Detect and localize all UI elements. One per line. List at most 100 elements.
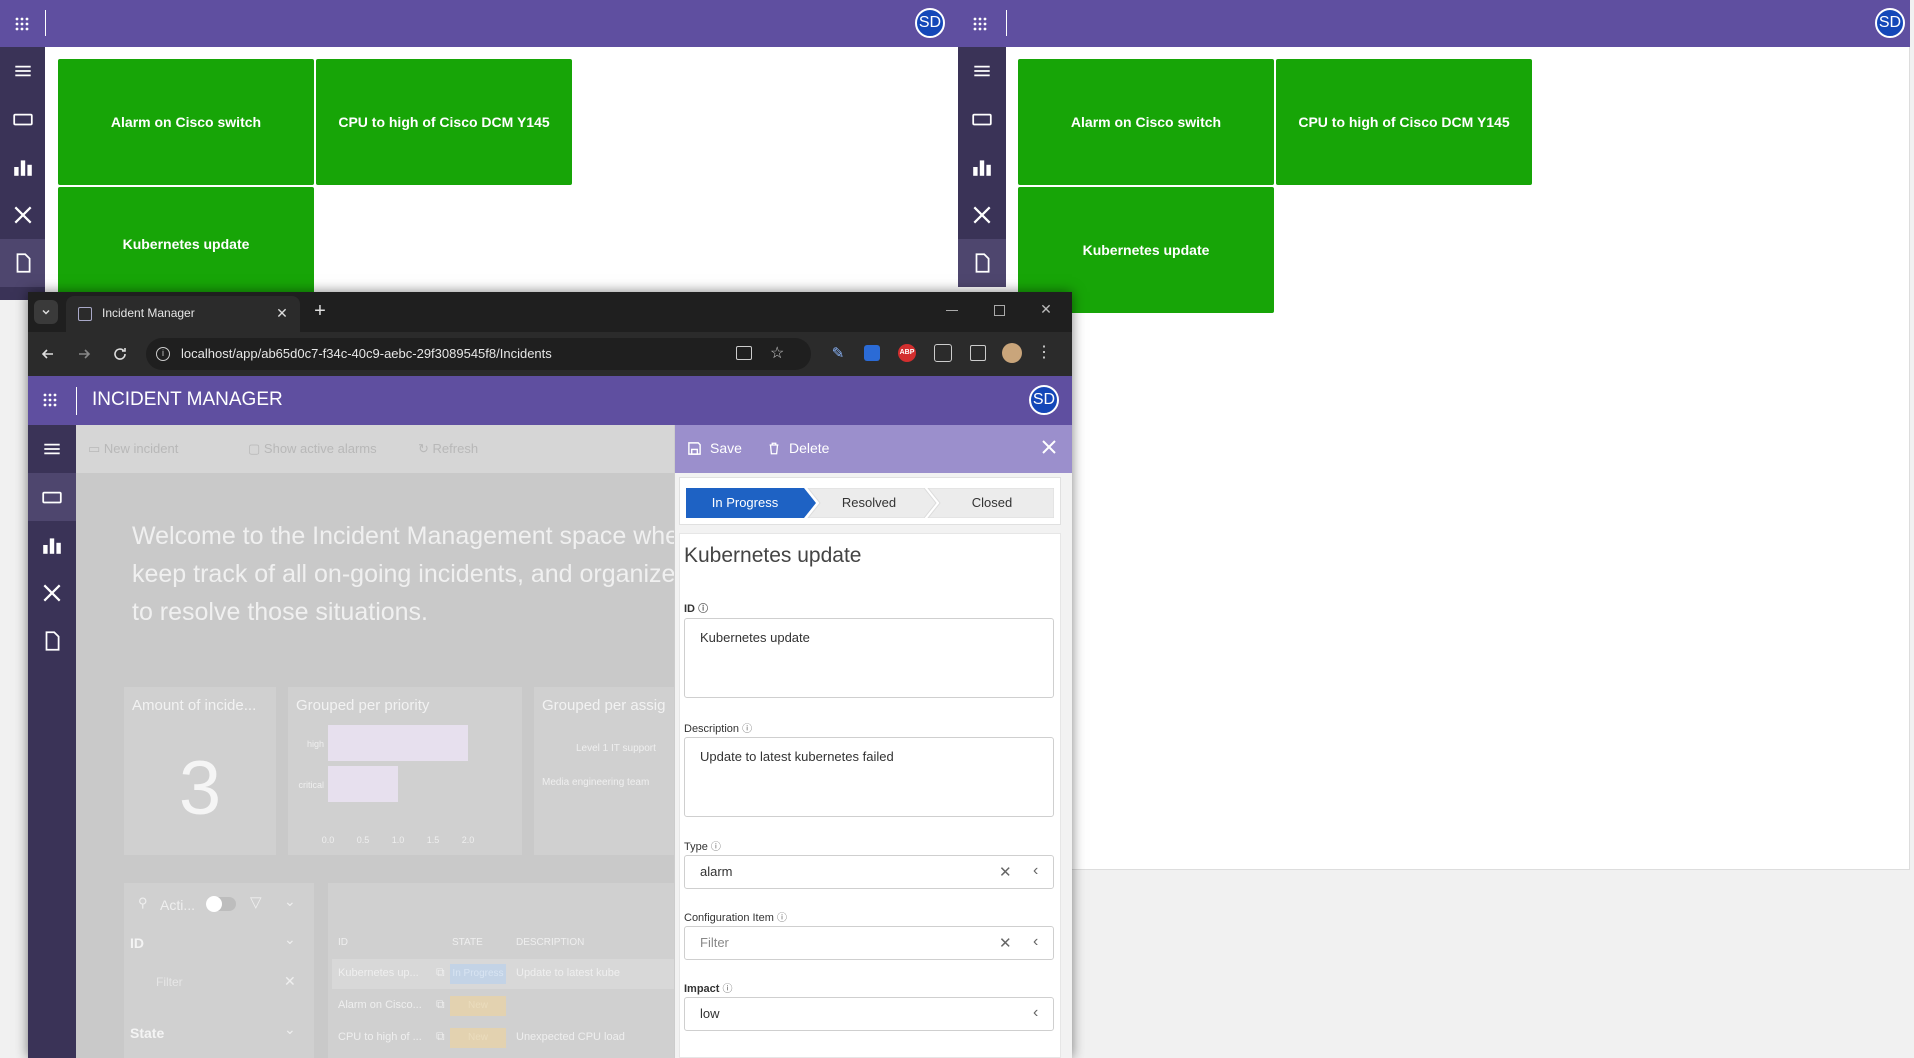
back-icon[interactable] [36, 342, 60, 366]
close-icon[interactable] [28, 569, 76, 617]
assignee-card-title: Grouped per assig [542, 697, 666, 714]
row-state-badge: New [450, 1028, 506, 1048]
avatar[interactable]: SD [1029, 385, 1059, 415]
table-row[interactable]: CPU to high of ... ⧉ New Unexpected CPU … [332, 1023, 702, 1053]
filter-icon[interactable]: ▽ [250, 893, 262, 911]
new-tab-icon[interactable]: + [308, 300, 332, 324]
chevron-down-icon[interactable]: ⌄ [284, 893, 296, 910]
maximize-icon[interactable] [994, 305, 1005, 316]
clear-icon[interactable]: ✕ [999, 934, 1012, 952]
avatar[interactable]: SD [915, 8, 945, 38]
adblock-icon[interactable]: ABP [898, 344, 916, 362]
bg-left-header: SD [0, 0, 958, 47]
description-label-text: Description [684, 723, 740, 735]
tile-kubernetes[interactable]: Kubernetes update [58, 187, 314, 300]
tab-close-icon[interactable]: ✕ [274, 305, 290, 321]
main-content: ▭ New incident ▢ Show active alarms ↻ Re… [76, 425, 702, 1058]
close-panel-icon[interactable] [1039, 437, 1061, 459]
chevron-down-icon[interactable]: ⌄ [284, 1021, 296, 1038]
url-text[interactable]: localhost/app/ab65d0c7-f34c-40c9-aebc-29… [181, 346, 552, 361]
menu-icon[interactable] [28, 425, 76, 473]
welcome-text: Welcome to the Incident Management space… [132, 522, 702, 626]
chart-icon[interactable] [28, 521, 76, 569]
description-field[interactable]: Update to latest kubernetes failed [684, 737, 1054, 817]
tab-search-button[interactable] [34, 300, 58, 324]
apps-grid-icon[interactable] [968, 12, 992, 36]
menu-icon[interactable] [958, 47, 1006, 95]
minimize-icon[interactable] [946, 310, 958, 311]
extension-pen-icon[interactable]: ✎ [828, 344, 848, 364]
id-filter-label: ID [130, 935, 144, 951]
clear-icon[interactable]: ✕ [284, 973, 296, 990]
delete-button[interactable]: Delete [767, 440, 829, 456]
apps-grid-icon[interactable] [10, 12, 34, 36]
document-icon[interactable] [958, 239, 1006, 287]
tile-cpu-cisco[interactable]: CPU to high of Cisco DCM Y145 [316, 59, 572, 185]
close-icon[interactable] [958, 191, 1006, 239]
active-toggle[interactable] [206, 896, 236, 912]
id-field[interactable]: Kubernetes update [684, 618, 1054, 698]
menu-icon[interactable] [0, 47, 45, 95]
apps-grid-icon[interactable] [38, 388, 62, 412]
table-row[interactable]: Alarm on Cisco... ⧉ New [332, 991, 702, 1021]
chevron-left-icon[interactable]: ‹ [1033, 1004, 1038, 1022]
priority-card: Grouped per priority high critical 0.0 0.5 1… [288, 687, 522, 855]
forward-icon[interactable] [72, 342, 96, 366]
open-external-icon[interactable]: ⧉ [436, 1029, 445, 1044]
clear-icon[interactable]: ✕ [999, 863, 1012, 881]
form-card: Kubernetes update ID ⓘ Kubernetes update… [679, 533, 1061, 1058]
tile-alarm-cisco[interactable]: Alarm on Cisco switch [58, 59, 314, 185]
app-title: INCIDENT MANAGER [92, 389, 283, 410]
column-header-id[interactable]: ID [338, 937, 348, 948]
id-filter-input[interactable]: Filter [156, 975, 183, 989]
extensions-puzzle-icon[interactable] [934, 344, 952, 362]
document-icon[interactable] [28, 617, 76, 665]
ticket-icon[interactable] [0, 95, 45, 143]
open-external-icon[interactable]: ⧉ [436, 965, 445, 980]
window-close-icon[interactable]: ✕ [1038, 301, 1054, 317]
column-header-description[interactable]: DESCRIPTION [516, 937, 584, 948]
tile-cpu-cisco[interactable]: CPU to high of Cisco DCM Y145 [1276, 59, 1532, 185]
save-button[interactable]: Save [687, 440, 742, 456]
show-active-alarms-button[interactable]: ▢ Show active alarms [248, 441, 377, 457]
step-in-progress[interactable]: In Progress [686, 495, 804, 510]
impact-field[interactable]: low ‹ [684, 997, 1054, 1031]
reload-icon[interactable] [108, 342, 132, 366]
column-header-state[interactable]: STATE [452, 937, 483, 948]
close-icon[interactable] [0, 191, 45, 239]
refresh-button[interactable]: ↻ Refresh [418, 441, 478, 457]
chart-icon[interactable] [0, 143, 45, 191]
step-closed[interactable]: Closed [936, 495, 1048, 510]
browser-tab[interactable]: Incident Manager ✕ [66, 296, 300, 332]
chevron-left-icon[interactable]: ‹ [1033, 933, 1038, 951]
ci-field[interactable]: Filter ✕ ‹ [684, 926, 1054, 960]
site-info-icon[interactable]: i [156, 347, 170, 361]
document-icon[interactable] [0, 239, 45, 287]
profile-avatar-icon[interactable] [1002, 343, 1022, 363]
step-resolved[interactable]: Resolved [814, 495, 924, 510]
ticket-icon[interactable] [28, 473, 76, 521]
ticket-icon[interactable] [958, 95, 1006, 143]
toolbar: i localhost/app/ab65d0c7-f34c-40c9-aebc-… [28, 332, 1072, 376]
avatar[interactable]: SD [1875, 8, 1905, 38]
open-external-icon[interactable]: ⧉ [436, 997, 445, 1012]
chevron-down-icon[interactable]: ⌄ [284, 931, 296, 948]
chevron-left-icon[interactable]: ‹ [1033, 862, 1038, 880]
new-incident-button[interactable]: ▭ New incident [88, 441, 178, 457]
extension-blue-icon[interactable] [864, 345, 880, 361]
tile-alarm-cisco[interactable]: Alarm on Cisco switch [1018, 59, 1274, 185]
info-icon: ⓘ [742, 724, 753, 735]
priority-tick-label: 0.5 [357, 835, 370, 845]
install-app-icon[interactable] [736, 346, 752, 360]
refresh-label: Refresh [432, 441, 479, 456]
type-field[interactable]: alarm ✕ ‹ [684, 855, 1054, 889]
side-panel-icon[interactable] [970, 345, 986, 361]
state-filter-label: State [130, 1025, 165, 1041]
chart-icon[interactable] [958, 143, 1006, 191]
browser-menu-icon[interactable]: ⋮ [1036, 342, 1052, 364]
amount-card-value: 3 [178, 746, 222, 831]
table-row[interactable]: Kubernetes up... ⧉ In Progress Update to… [332, 959, 702, 989]
address-bar[interactable]: i localhost/app/ab65d0c7-f34c-40c9-aebc-… [146, 338, 811, 370]
bg-right-sidebar [958, 47, 1006, 287]
bookmark-star-icon[interactable]: ☆ [770, 343, 784, 363]
